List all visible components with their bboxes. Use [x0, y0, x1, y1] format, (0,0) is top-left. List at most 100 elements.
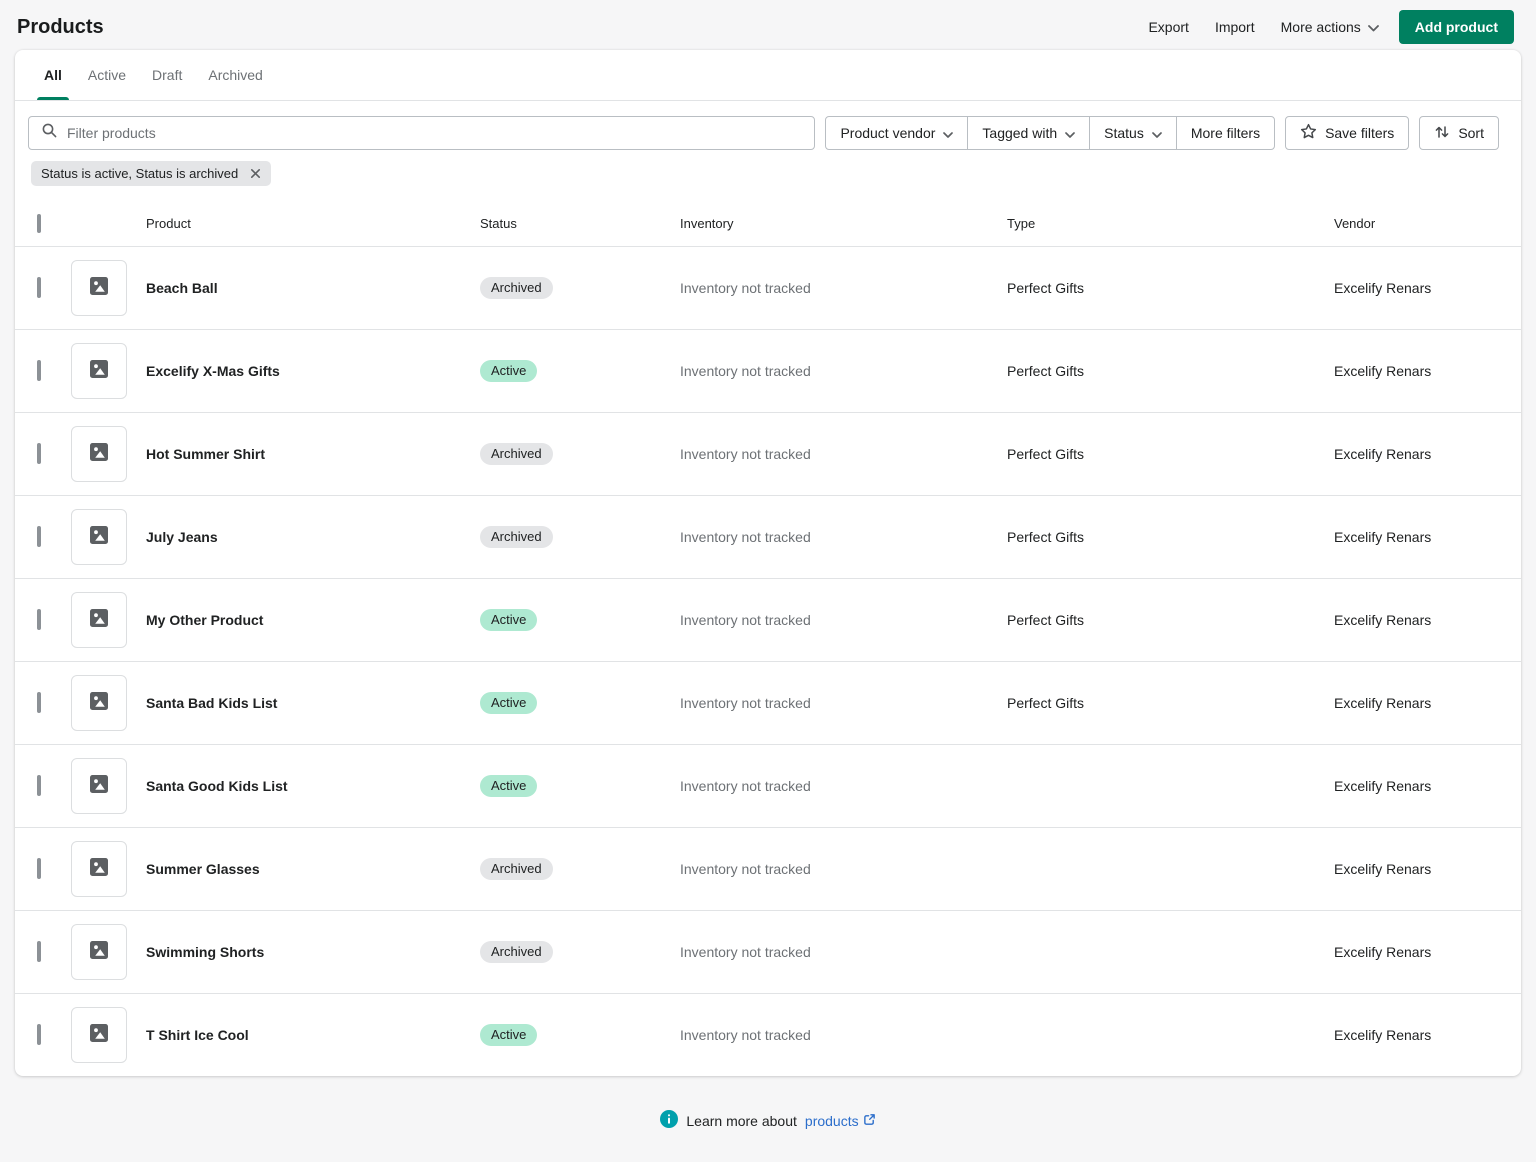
column-header-status: Status — [480, 215, 517, 231]
table-row[interactable]: Summer Glasses Archived Inventory not tr… — [15, 827, 1521, 910]
info-icon — [660, 1110, 679, 1131]
inventory-cell: Inventory not tracked — [680, 861, 811, 877]
row-checkbox[interactable] — [37, 360, 41, 381]
products-link[interactable]: products — [805, 1113, 876, 1129]
row-checkbox[interactable] — [37, 941, 41, 962]
export-button[interactable]: Export — [1148, 13, 1188, 41]
vendor-cell: Excelify Renars — [1334, 280, 1432, 296]
learn-more-text: Learn more about — [686, 1112, 797, 1129]
status-badge: Active — [480, 360, 538, 382]
image-placeholder-icon — [89, 940, 109, 965]
footer: Learn more about products — [0, 1110, 1536, 1131]
product-thumbnail[interactable] — [71, 260, 127, 316]
row-checkbox[interactable] — [37, 443, 41, 464]
export-button-label: Export — [1148, 19, 1189, 35]
product-vendor-filter-label: Product vendor — [840, 125, 936, 141]
column-header-inventory: Inventory — [680, 215, 734, 231]
table-row[interactable]: Hot Summer Shirt Archived Inventory not … — [15, 412, 1521, 495]
image-placeholder-icon — [89, 525, 109, 550]
status-badge: Active — [480, 775, 538, 797]
table-row[interactable]: My Other Product Active Inventory not tr… — [15, 578, 1521, 661]
product-thumbnail[interactable] — [71, 592, 127, 648]
product-name[interactable]: Santa Good Kids List — [146, 778, 480, 794]
vendor-cell: Excelify Renars — [1334, 446, 1432, 462]
more-actions-button[interactable]: More actions — [1281, 13, 1379, 41]
row-checkbox[interactable] — [37, 609, 41, 630]
column-header-type: Type — [1007, 215, 1036, 231]
inventory-cell: Inventory not tracked — [680, 778, 811, 794]
filter-bar: Product vendor Tagged with Status More f… — [15, 101, 1521, 160]
product-name[interactable]: Beach Ball — [146, 280, 480, 296]
save-filters-button[interactable]: Save filters — [1285, 116, 1410, 150]
row-checkbox[interactable] — [37, 277, 41, 298]
add-product-button[interactable]: Add product — [1398, 10, 1514, 44]
product-thumbnail[interactable] — [71, 509, 127, 565]
product-name[interactable]: July Jeans — [146, 529, 480, 545]
vendor-cell: Excelify Renars — [1334, 695, 1432, 711]
inventory-cell: Inventory not tracked — [680, 529, 811, 545]
search-icon — [41, 122, 58, 144]
table-row[interactable]: July Jeans Archived Inventory not tracke… — [15, 495, 1521, 578]
table-header-row: Product Status Inventory Type Vendor — [15, 200, 1521, 246]
product-thumbnail[interactable] — [71, 675, 127, 731]
select-all-checkbox[interactable] — [37, 213, 41, 233]
more-filters-button[interactable]: More filters — [1175, 116, 1276, 150]
image-placeholder-icon — [89, 359, 109, 384]
products-card: All Active Draft Archived Product vendor… — [15, 50, 1521, 1076]
table-row[interactable]: Excelify X-Mas Gifts Active Inventory no… — [15, 329, 1521, 412]
row-checkbox[interactable] — [37, 858, 41, 879]
product-name[interactable]: My Other Product — [146, 612, 480, 628]
row-checkbox[interactable] — [37, 1024, 41, 1045]
inventory-cell: Inventory not tracked — [680, 446, 811, 462]
product-name[interactable]: Santa Bad Kids List — [146, 695, 480, 711]
table-row[interactable]: Santa Bad Kids List Active Inventory not… — [15, 661, 1521, 744]
external-link-icon — [863, 1113, 876, 1129]
more-filters-label: More filters — [1190, 125, 1261, 141]
inventory-cell: Inventory not tracked — [680, 612, 811, 628]
vendor-cell: Excelify Renars — [1334, 529, 1432, 545]
remove-filter-button[interactable] — [248, 166, 263, 181]
topbar-actions: Export Import More actions Add product — [1148, 10, 1514, 44]
type-cell: Perfect Gifts — [1007, 529, 1085, 545]
row-checkbox[interactable] — [37, 692, 41, 713]
product-thumbnail[interactable] — [71, 426, 127, 482]
product-thumbnail[interactable] — [71, 343, 127, 399]
sort-button[interactable]: Sort — [1419, 116, 1499, 150]
tab-active[interactable]: Active — [75, 50, 139, 100]
chevron-down-icon — [1065, 125, 1075, 141]
product-name[interactable]: Summer Glasses — [146, 861, 480, 877]
row-checkbox[interactable] — [37, 775, 41, 796]
table-row[interactable]: Beach Ball Archived Inventory not tracke… — [15, 246, 1521, 329]
status-filter-button[interactable]: Status — [1089, 116, 1177, 150]
import-button[interactable]: Import — [1215, 13, 1255, 41]
product-name[interactable]: Excelify X-Mas Gifts — [146, 363, 480, 379]
inventory-cell: Inventory not tracked — [680, 695, 811, 711]
image-placeholder-icon — [89, 442, 109, 467]
inventory-cell: Inventory not tracked — [680, 280, 811, 296]
table-row[interactable]: Santa Good Kids List Active Inventory no… — [15, 744, 1521, 827]
tabs-bar: All Active Draft Archived — [15, 50, 1521, 101]
product-name[interactable]: T Shirt Ice Cool — [146, 1027, 480, 1043]
image-placeholder-icon — [89, 1023, 109, 1048]
column-header-vendor: Vendor — [1334, 215, 1376, 231]
tagged-with-filter-button[interactable]: Tagged with — [967, 116, 1091, 150]
product-vendor-filter-button[interactable]: Product vendor — [825, 116, 969, 150]
table-row[interactable]: T Shirt Ice Cool Active Inventory not tr… — [15, 993, 1521, 1076]
product-thumbnail[interactable] — [71, 1007, 127, 1063]
image-placeholder-icon — [89, 774, 109, 799]
search-input[interactable] — [67, 125, 803, 141]
status-badge: Archived — [480, 526, 553, 548]
product-thumbnail[interactable] — [71, 841, 127, 897]
row-checkbox[interactable] — [37, 526, 41, 547]
tab-all[interactable]: All — [31, 50, 75, 100]
product-name[interactable]: Hot Summer Shirt — [146, 446, 480, 462]
vendor-cell: Excelify Renars — [1334, 778, 1432, 794]
tab-draft[interactable]: Draft — [139, 50, 195, 100]
vendor-cell: Excelify Renars — [1334, 861, 1432, 877]
product-name[interactable]: Swimming Shorts — [146, 944, 480, 960]
chevron-down-icon — [1151, 125, 1162, 141]
product-thumbnail[interactable] — [71, 758, 127, 814]
product-thumbnail[interactable] — [71, 924, 127, 980]
tab-archived[interactable]: Archived — [195, 50, 275, 100]
table-row[interactable]: Swimming Shorts Archived Inventory not t… — [15, 910, 1521, 993]
